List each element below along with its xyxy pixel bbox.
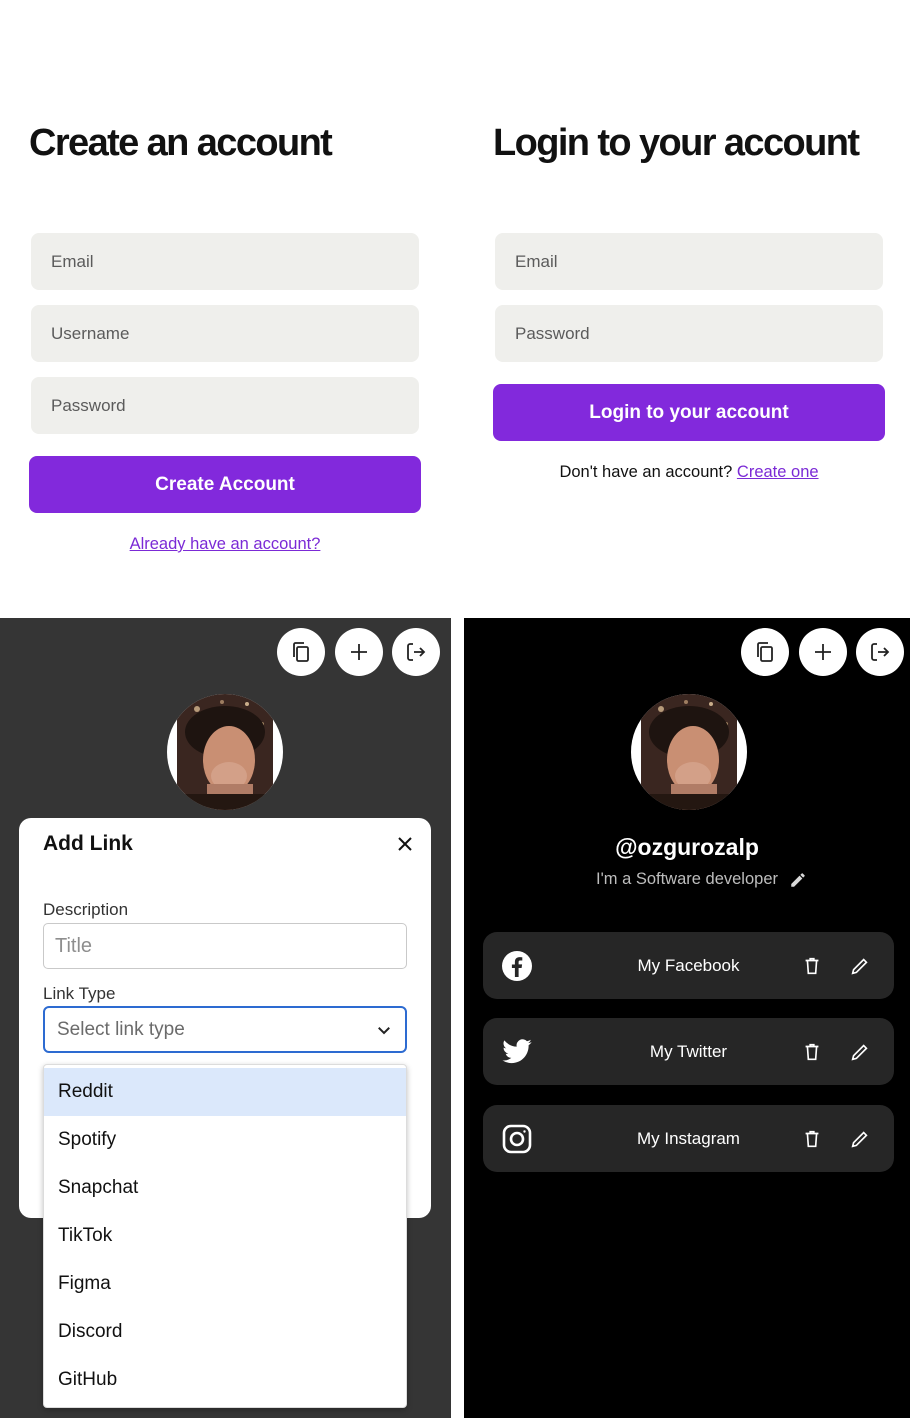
profile-handle: @ozgurozalp [615, 834, 759, 860]
option-snapchat[interactable]: Snapchat [44, 1164, 406, 1212]
avatar [167, 694, 283, 810]
copy-button[interactable] [741, 628, 789, 676]
signup-panel: Create an account Email Username Passwor… [0, 0, 455, 618]
panel-divider [451, 618, 464, 1418]
logout-icon [407, 643, 426, 661]
chevron-down-icon [378, 1026, 390, 1034]
description-label: Description [43, 900, 129, 919]
select-placeholder: Select link type [57, 1018, 185, 1040]
signup-username-field[interactable]: Username [31, 305, 419, 362]
copy-icon [293, 642, 309, 662]
signup-email-field[interactable]: Email [31, 233, 419, 290]
copy-icon [757, 642, 773, 662]
create-one-link[interactable]: Create one [737, 463, 819, 481]
login-email-field[interactable]: Email [495, 233, 883, 290]
trash-icon[interactable] [801, 1041, 823, 1063]
modal-title: Add Link [43, 832, 133, 855]
link-type-select[interactable]: Select link type [43, 1006, 407, 1053]
option-discord[interactable]: Discord [44, 1308, 406, 1356]
login-panel: Login to your account Email Password Log… [455, 0, 910, 618]
close-icon[interactable] [393, 832, 417, 856]
option-reddit[interactable]: Reddit [44, 1068, 406, 1116]
logout-button[interactable] [392, 628, 440, 676]
logout-button[interactable] [856, 628, 904, 676]
copy-button[interactable] [277, 628, 325, 676]
logout-icon [871, 643, 890, 661]
no-account-text: Don't have an account? [559, 463, 733, 481]
signup-login-link-wrap: Already have an account? [29, 535, 421, 554]
option-github[interactable]: GitHub [44, 1356, 406, 1404]
avatar [631, 694, 747, 810]
plus-icon [351, 644, 367, 660]
link-card-instagram[interactable]: My Instagram [483, 1105, 894, 1172]
login-title: Login to your account [493, 122, 860, 164]
option-figma[interactable]: Figma [44, 1260, 406, 1308]
link-type-options: Reddit Spotify Snapchat TikTok Figma Dis… [43, 1064, 407, 1408]
signup-title: Create an account [29, 122, 333, 164]
link-card-facebook[interactable]: My Facebook [483, 932, 894, 999]
pencil-icon[interactable] [849, 1041, 871, 1063]
signup-password-field[interactable]: Password [31, 377, 419, 434]
login-signup-prompt: Don't have an account? Create one [493, 463, 885, 482]
title-input[interactable]: Title [43, 923, 407, 969]
trash-icon[interactable] [801, 1128, 823, 1150]
pencil-icon[interactable] [789, 871, 807, 889]
link-label: My Instagram [637, 1128, 740, 1148]
link-label: My Facebook [637, 955, 740, 975]
link-type-label: Link Type [43, 984, 116, 1003]
create-account-button[interactable]: Create Account [29, 456, 421, 513]
option-tiktok[interactable]: TikTok [44, 1212, 406, 1260]
pencil-icon[interactable] [849, 955, 871, 977]
add-button[interactable] [335, 628, 383, 676]
screenshot-collage: Create an account Email Username Passwor… [0, 0, 910, 1418]
avatar-photo [641, 694, 737, 810]
profile-screen: @ozgurozalp I'm a Software developer My … [464, 618, 910, 1418]
already-have-account-link[interactable]: Already have an account? [130, 535, 321, 553]
login-button[interactable]: Login to your account [493, 384, 885, 441]
login-password-field[interactable]: Password [495, 305, 883, 362]
trash-icon[interactable] [801, 955, 823, 977]
link-label: My Twitter [649, 1041, 728, 1061]
avatar-photo [177, 694, 273, 810]
plus-icon [815, 644, 831, 660]
profile-bio: I'm a Software developer [596, 870, 778, 888]
link-card-twitter[interactable]: My Twitter [483, 1018, 894, 1085]
option-spotify[interactable]: Spotify [44, 1116, 406, 1164]
pencil-icon[interactable] [849, 1128, 871, 1150]
add-button[interactable] [799, 628, 847, 676]
